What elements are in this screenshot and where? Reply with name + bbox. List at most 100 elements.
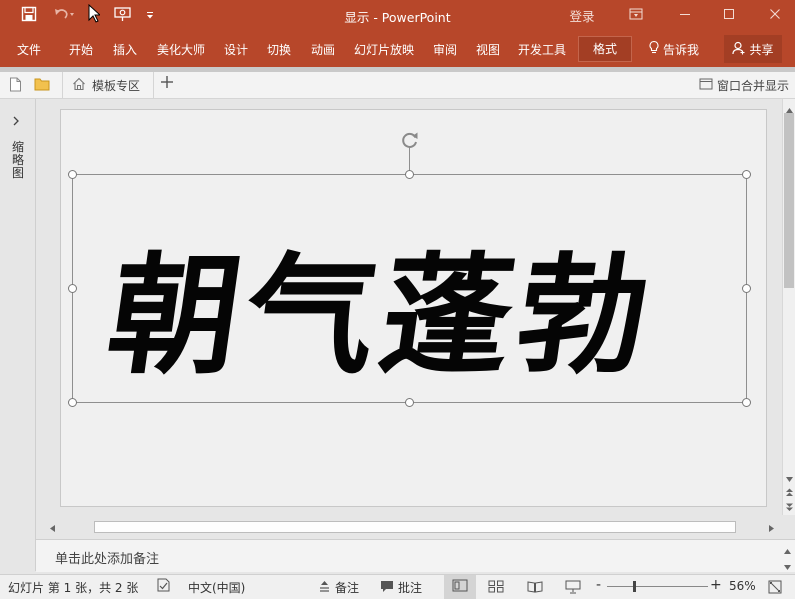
- zoom-slider-thumb[interactable]: [633, 581, 636, 592]
- resize-handle-top[interactable]: [405, 170, 414, 179]
- zoom-percentage[interactable]: 56%: [729, 579, 756, 593]
- previous-slide-button[interactable]: [785, 486, 794, 500]
- comment-icon: [380, 580, 394, 596]
- new-tab-button[interactable]: [160, 74, 174, 94]
- tab-format[interactable]: 格式: [578, 36, 633, 62]
- notes-pane[interactable]: 单击此处添加备注: [36, 539, 795, 572]
- fit-slide-button[interactable]: [768, 580, 782, 597]
- tab-view[interactable]: 视图: [476, 41, 500, 58]
- ribbon-display-icon: [629, 8, 643, 24]
- title-bar: 显示 - PowerPoint 登录: [0, 0, 795, 31]
- horizontal-scrollbar[interactable]: [46, 519, 779, 535]
- tab-animations[interactable]: 动画: [311, 41, 335, 58]
- resize-handle-left[interactable]: [68, 284, 77, 293]
- zoom-out-button[interactable]: -: [596, 577, 601, 593]
- zoom-in-button[interactable]: +: [710, 577, 722, 593]
- horizontal-scroll-thumb[interactable]: [94, 521, 736, 533]
- resize-handle-right[interactable]: [742, 284, 751, 293]
- calligraphy-text[interactable]: 朝气蓬勃: [97, 226, 722, 406]
- tab-developer[interactable]: 开发工具: [518, 41, 566, 58]
- tab-review[interactable]: 审阅: [433, 41, 457, 58]
- open-folder-button[interactable]: [34, 77, 50, 94]
- resize-handle-top-left[interactable]: [68, 170, 77, 179]
- double-down-icon: [785, 501, 794, 515]
- tab-beautify-master[interactable]: 美化大师: [157, 41, 205, 58]
- scroll-down-arrow[interactable]: [785, 472, 794, 486]
- tell-me-box[interactable]: 告诉我: [648, 40, 699, 58]
- rotate-icon: [400, 130, 420, 153]
- maximize-button[interactable]: [712, 0, 746, 31]
- comments-toggle-label: 批注: [398, 581, 423, 595]
- rotate-handle[interactable]: [400, 130, 420, 153]
- next-slide-button[interactable]: [785, 501, 794, 515]
- login-link[interactable]: 登录: [562, 0, 602, 31]
- close-icon: [769, 8, 781, 24]
- slide-show-button[interactable]: [565, 580, 581, 597]
- calligraphy-text-content: 朝气蓬勃: [99, 239, 665, 392]
- tab-transitions[interactable]: 切换: [267, 41, 291, 58]
- triangle-up-icon: [783, 544, 792, 558]
- grid-view-icon: [488, 580, 504, 596]
- merge-windows-label: 窗口合并显示: [716, 79, 789, 93]
- thumbnail-pane-collapsed: 缩略图: [0, 99, 36, 571]
- scroll-thumb[interactable]: [784, 113, 794, 288]
- notes-scroll-up[interactable]: [783, 544, 792, 558]
- tab-home[interactable]: 开始: [69, 41, 93, 58]
- folder-icon: [34, 77, 50, 94]
- document-tabs-bar: 模板专区 窗口合并显示: [0, 72, 795, 99]
- double-up-icon: [785, 486, 794, 500]
- proofing-icon: [156, 578, 172, 595]
- merge-windows-button[interactable]: 窗口合并显示: [699, 77, 789, 94]
- tab-slide-show[interactable]: 幻灯片放映: [354, 41, 414, 58]
- share-label: 共享: [749, 42, 774, 57]
- share-button[interactable]: 共享: [724, 35, 782, 63]
- spell-check-button[interactable]: [156, 578, 172, 595]
- ribbon-display-options-button[interactable]: [622, 0, 650, 31]
- resize-handle-bottom-left[interactable]: [68, 398, 77, 407]
- resize-handle-top-right[interactable]: [742, 170, 751, 179]
- triangle-left-icon: [49, 522, 56, 536]
- new-document-icon: [9, 77, 22, 95]
- comments-toggle-button[interactable]: 批注: [380, 579, 422, 596]
- triangle-right-icon: [768, 522, 775, 536]
- reading-view-icon: [527, 580, 543, 596]
- template-zone-label: 模板专区: [92, 78, 141, 93]
- language-indicator[interactable]: 中文(中国): [188, 579, 245, 596]
- thumbnails-vertical-label: 缩略图: [12, 140, 25, 180]
- new-document-button[interactable]: [9, 77, 22, 95]
- notes-toggle-label: 备注: [335, 581, 360, 595]
- minimize-icon: [679, 8, 691, 24]
- notes-toggle-button[interactable]: 备注: [318, 579, 359, 596]
- plus-icon: [160, 74, 174, 94]
- home-icon: [72, 77, 86, 94]
- close-button[interactable]: [757, 0, 793, 31]
- status-bar: 幻灯片 第 1 张，共 2 张 中文(中国) 备注 批注 - + 56%: [0, 574, 795, 599]
- tab-design[interactable]: 设计: [224, 41, 248, 58]
- slide-sorter-button[interactable]: [488, 580, 504, 596]
- triangle-down-icon: [783, 560, 792, 574]
- zoom-slider-track[interactable]: [607, 586, 708, 587]
- expand-thumbnails-button[interactable]: [12, 115, 20, 129]
- lightbulb-icon: [648, 40, 660, 58]
- slide-counter: 幻灯片 第 1 张，共 2 张: [8, 581, 139, 595]
- notes-placeholder: 单击此处添加备注: [55, 552, 160, 567]
- vertical-scrollbar[interactable]: [782, 99, 795, 515]
- tab-template-zone[interactable]: 模板专区: [62, 72, 154, 98]
- tab-file[interactable]: 文件: [17, 41, 41, 58]
- fit-to-window-icon: [768, 580, 782, 597]
- normal-view-button[interactable]: [444, 575, 476, 599]
- triangle-down-icon: [785, 472, 794, 486]
- slideshow-icon: [565, 580, 581, 597]
- window-merge-icon: [699, 78, 713, 93]
- notes-icon: [318, 580, 331, 596]
- maximize-icon: [723, 8, 735, 24]
- scroll-left-arrow[interactable]: [49, 522, 56, 536]
- reading-view-button[interactable]: [527, 580, 543, 596]
- ribbon-tab-bar: 文件 开始 插入 美化大师 设计 切换 动画 幻灯片放映 审阅 视图 开发工具 …: [0, 31, 795, 67]
- notes-scroll-down[interactable]: [783, 560, 792, 574]
- resize-handle-bottom-right[interactable]: [742, 398, 751, 407]
- scroll-right-arrow[interactable]: [768, 522, 775, 536]
- normal-view-icon: [452, 579, 468, 595]
- minimize-button[interactable]: [668, 0, 702, 31]
- tab-insert[interactable]: 插入: [113, 41, 137, 58]
